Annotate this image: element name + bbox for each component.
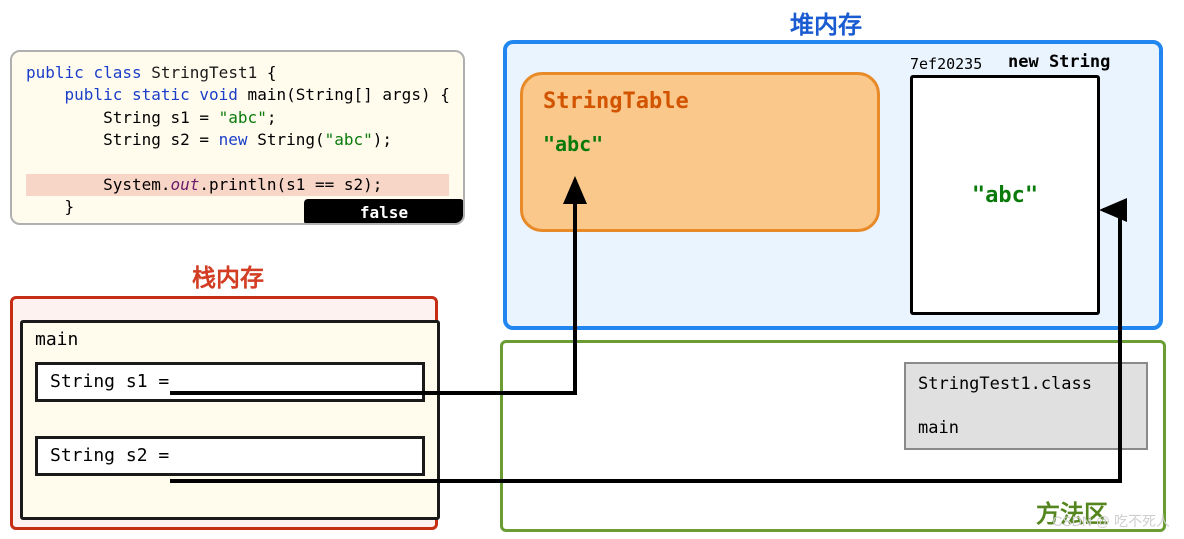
brace: }	[26, 197, 74, 216]
method-sig: main(String[] args) {	[238, 85, 450, 104]
class-method-name: main	[918, 418, 1134, 438]
indent	[26, 85, 65, 104]
frame-name: main	[23, 323, 437, 350]
code-text: String s2 =	[26, 130, 219, 149]
class-name: StringTest1	[151, 63, 257, 82]
keyword: class	[93, 63, 141, 82]
output-value: false	[304, 199, 464, 225]
new-string-label: new String	[1008, 52, 1110, 72]
class-file-box: StringTest1.class main	[904, 362, 1148, 450]
var-label: String s2 =	[50, 445, 169, 466]
variable-s2: String s2 =	[35, 436, 425, 476]
new-string-object: "abc"	[910, 75, 1100, 315]
code-text: String s1 =	[26, 108, 219, 127]
keyword: public	[26, 63, 84, 82]
string-table-value: "abc"	[543, 132, 857, 156]
stack-frame-main: main String s1 = String s2 =	[20, 320, 440, 520]
code-line: public class StringTest1 {	[26, 62, 449, 84]
code-text: String(	[248, 130, 325, 149]
heap-memory-label: 堆内存	[790, 5, 862, 40]
stack-memory-label: 栈内存	[192, 258, 264, 293]
field-ref: out	[171, 175, 200, 194]
string-table-title: StringTable	[543, 89, 857, 114]
string-table: StringTable "abc"	[520, 72, 880, 232]
brace: {	[257, 63, 276, 82]
string-literal: "abc"	[325, 130, 373, 149]
code-block: public class StringTest1 { public static…	[10, 50, 465, 225]
code-line-blank	[26, 152, 449, 174]
watermark: CSDN @ 吃不死人	[1052, 511, 1170, 531]
keyword: public static void	[65, 85, 238, 104]
brace: }	[26, 220, 36, 225]
code-line: String s2 = new String("abc");	[26, 129, 449, 151]
semi: ;	[267, 108, 277, 127]
keyword: new	[219, 130, 248, 149]
code-line: public static void main(String[] args) {	[26, 84, 449, 106]
code-line-highlight: System.out.println(s1 == s2);	[26, 174, 449, 196]
variable-s1: String s1 =	[35, 362, 425, 402]
code-text: .println(s1 == s2);	[199, 175, 382, 194]
class-file-name: StringTest1.class	[918, 374, 1134, 394]
var-label: String s1 =	[50, 371, 169, 392]
code-line: String s1 = "abc";	[26, 107, 449, 129]
code-text: System.	[26, 175, 171, 194]
object-address: 7ef20235	[910, 55, 982, 73]
new-string-value: "abc"	[972, 183, 1038, 208]
semi: );	[373, 130, 392, 149]
string-literal: "abc"	[219, 108, 267, 127]
